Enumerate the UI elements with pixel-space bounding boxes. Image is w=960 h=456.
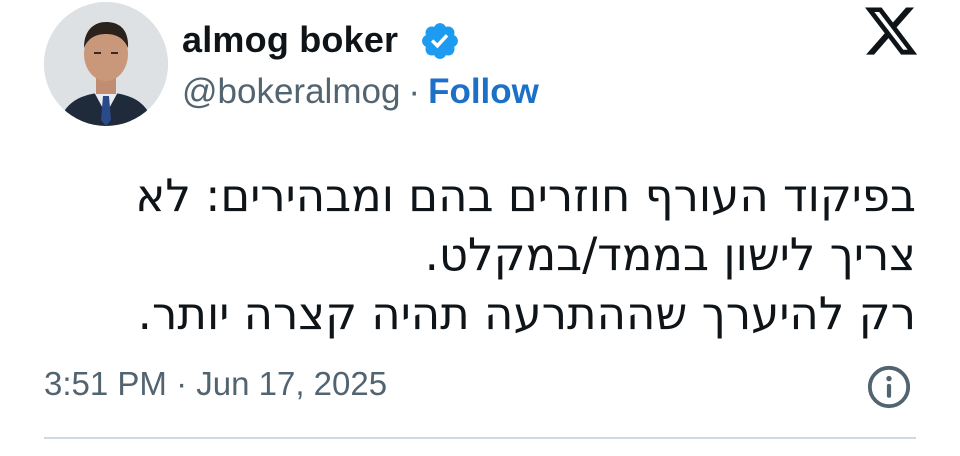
tweet-line-1: בפיקוד העורף חוזרים בהם ומבהירים: לא xyxy=(135,169,916,222)
avatar[interactable] xyxy=(44,2,168,126)
divider xyxy=(44,437,916,439)
x-logo-icon[interactable] xyxy=(862,2,920,60)
tweet-time: 3:51 PM xyxy=(44,365,167,402)
tweet-line-2: צריך לישון בממד/במקלט. xyxy=(424,228,916,281)
info-icon[interactable] xyxy=(866,364,912,410)
tweet-timestamp[interactable]: 3:51 PM · Jun 17, 2025 xyxy=(44,362,387,406)
separator-dot: · xyxy=(176,365,188,402)
tweet-line-3: רק להיערך שההתרעה תהיה קצרה יותר. xyxy=(137,287,916,340)
author-handle[interactable]: @bokeralmog xyxy=(182,72,400,111)
tweet-date: Jun 17, 2025 xyxy=(196,365,388,402)
tweet-text: בפיקוד העורף חוזרים בהם ומבהירים: לא צרי… xyxy=(36,166,916,343)
avatar-photo xyxy=(44,2,168,126)
separator-dot: · xyxy=(408,72,421,111)
verified-badge-icon xyxy=(422,23,458,59)
author-display-name[interactable]: almog boker xyxy=(182,18,398,62)
author-handle-row: @bokeralmog · Follow xyxy=(182,70,539,114)
follow-button[interactable]: Follow xyxy=(428,72,539,111)
